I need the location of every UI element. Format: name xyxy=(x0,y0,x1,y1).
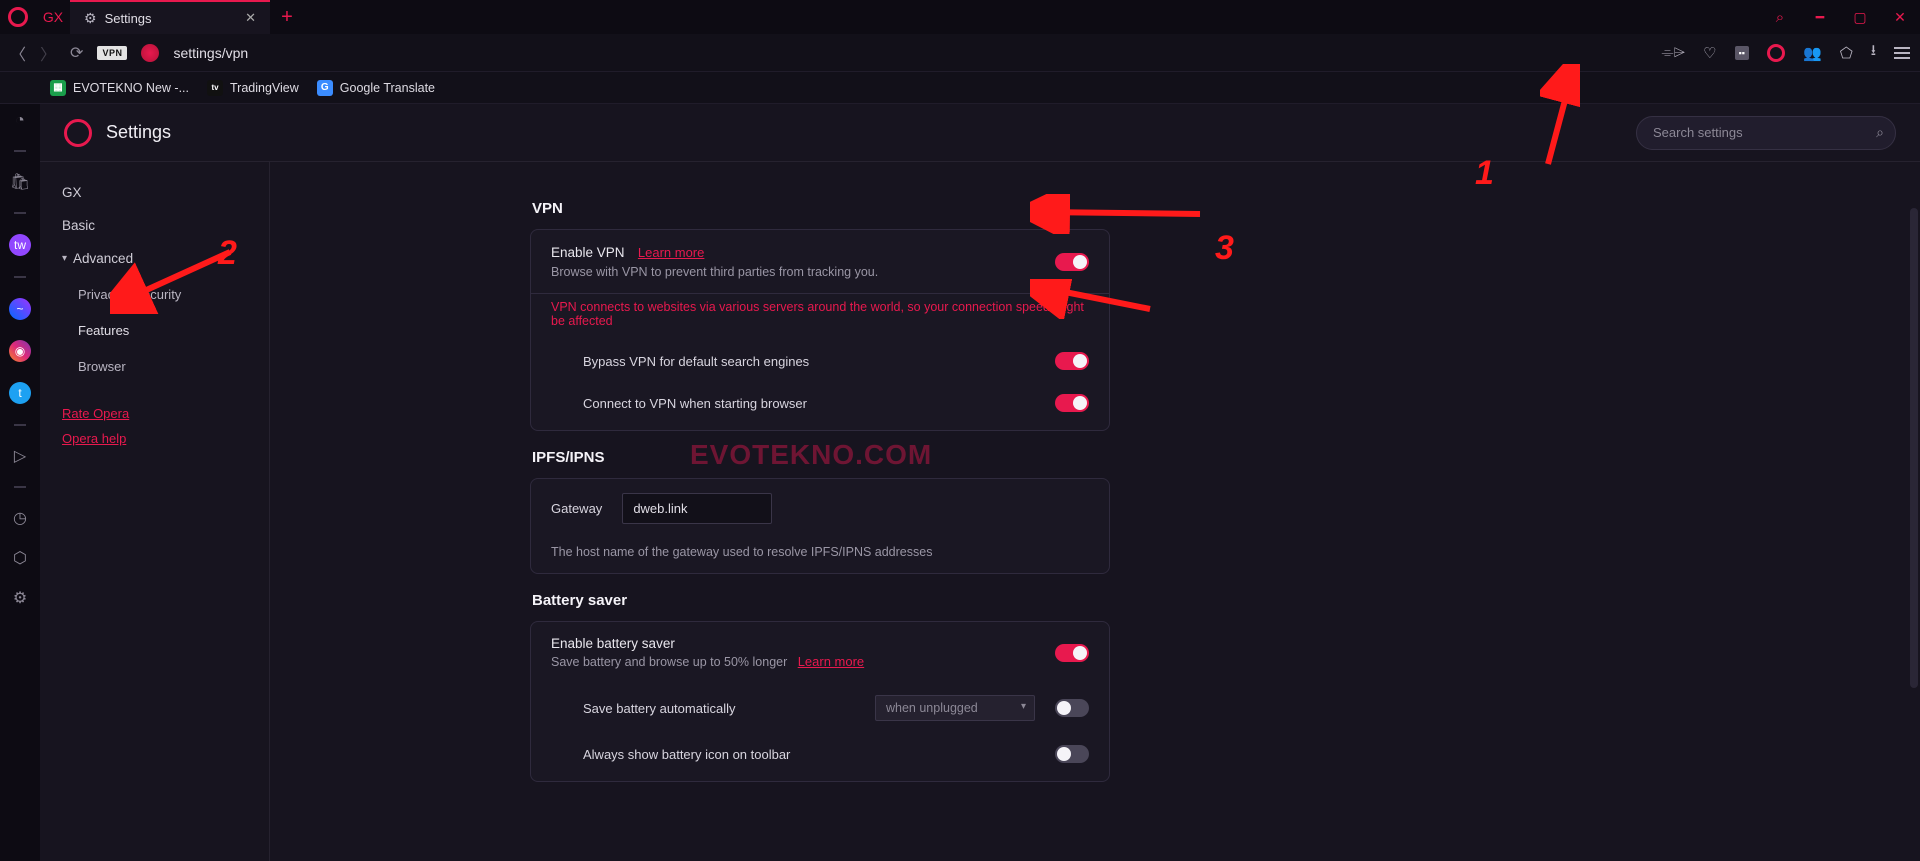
settings-gear-icon[interactable]: ⚙ xyxy=(13,588,27,608)
gateway-input[interactable] xyxy=(622,493,772,524)
vpn-badge[interactable]: VPN xyxy=(97,46,127,60)
minimize-button[interactable]: ━ xyxy=(1800,0,1840,34)
maximize-button[interactable]: ▢ xyxy=(1840,0,1880,34)
scrollbar[interactable] xyxy=(1910,208,1918,688)
enable-vpn-label: Enable VPN xyxy=(551,245,625,260)
tab-label: Settings xyxy=(105,11,152,26)
nav-advanced[interactable]: ▾ Advanced xyxy=(50,242,259,275)
twitter-icon[interactable]: t xyxy=(9,382,31,404)
instagram-icon[interactable]: ◉ xyxy=(9,340,31,362)
enable-battery-desc: Save battery and browse up to 50% longer xyxy=(551,655,787,669)
nav-basic[interactable]: Basic xyxy=(50,209,259,242)
player-icon[interactable]: ▷ xyxy=(14,446,26,466)
vpn-section-title: VPN xyxy=(532,200,1110,217)
gateway-label: Gateway xyxy=(551,501,602,516)
enable-vpn-desc: Browse with VPN to prevent third parties… xyxy=(551,265,1055,279)
vpn-learn-more-link[interactable]: Learn more xyxy=(638,245,704,260)
bookmark-evotekno[interactable]: ▦ EVOTEKNO New -... xyxy=(50,80,189,96)
connect-start-label: Connect to VPN when starting browser xyxy=(583,396,1055,411)
forward-button[interactable]: 〉 xyxy=(40,41,56,65)
gateway-hint: The host name of the gateway used to res… xyxy=(551,545,1089,559)
url-text[interactable]: settings/vpn xyxy=(173,45,1647,61)
ipfs-section-title: IPFS/IPNS xyxy=(532,449,1110,466)
ipfs-card: Gateway The host name of the gateway use… xyxy=(530,478,1110,574)
gx-icon[interactable]: GX xyxy=(36,0,70,34)
save-auto-select[interactable]: when unplugged xyxy=(875,695,1035,721)
translate-icon: G xyxy=(317,80,333,96)
battery-icon-label: Always show battery icon on toolbar xyxy=(583,747,1055,762)
opera-outline-icon xyxy=(64,119,92,147)
bookmark-tradingview[interactable]: tv TradingView xyxy=(207,80,299,96)
app-sidebar: ◔ 🛍 tw ~ ◉ t ▷ ◷ ⬡ ⚙ xyxy=(0,104,40,861)
titlebar: GX ⚙ Settings ✕ + ⌕ ━ ▢ ✕ xyxy=(0,0,1920,34)
settings-content: VPN Enable VPN Learn more Browse with VP… xyxy=(270,162,1920,861)
vpn-warning: VPN connects to websites via various ser… xyxy=(531,294,1109,340)
settings-sidebar: GX Basic ▾ Advanced Privacy & security F… xyxy=(40,162,270,861)
bypass-vpn-label: Bypass VPN for default search engines xyxy=(583,354,1055,369)
gear-icon: ⚙ xyxy=(84,10,97,27)
battery-learn-more-link[interactable]: Learn more xyxy=(798,654,864,669)
close-tab-icon[interactable]: ✕ xyxy=(245,10,256,26)
tab-settings[interactable]: ⚙ Settings ✕ xyxy=(70,0,270,34)
search-icon: ⌕ xyxy=(1876,124,1884,141)
enable-battery-label: Enable battery saver xyxy=(551,636,1055,651)
easy-setup-icon[interactable] xyxy=(1894,47,1910,59)
heart-icon[interactable]: ♡ xyxy=(1703,44,1716,62)
opera-circle-icon[interactable] xyxy=(1767,44,1785,62)
settings-page: Settings ⌕ GX Basic ▾ Advanced Privacy &… xyxy=(40,104,1920,861)
vpn-card: Enable VPN Learn more Browse with VPN to… xyxy=(530,229,1110,431)
save-auto-label: Save battery automatically xyxy=(583,701,875,716)
twitch-icon[interactable]: tw xyxy=(9,234,31,256)
bookmark-translate[interactable]: G Google Translate xyxy=(317,80,435,96)
nav-privacy[interactable]: Privacy & security xyxy=(50,278,259,311)
reload-button[interactable]: ⟳ xyxy=(70,43,83,63)
battery-icon-toggle[interactable] xyxy=(1055,745,1089,763)
window-controls: ⌕ ━ ▢ ✕ xyxy=(1760,0,1920,34)
messenger-icon[interactable]: ~ xyxy=(9,298,31,320)
save-auto-toggle[interactable] xyxy=(1055,699,1089,717)
shopping-icon[interactable]: 🛍 xyxy=(10,172,30,192)
opera-help-link[interactable]: Opera help xyxy=(50,426,259,451)
extensions-icon[interactable]: ⬡ xyxy=(13,548,27,568)
history-icon[interactable]: ◷ xyxy=(13,508,27,528)
camera-icon[interactable]: ⌯⌲ xyxy=(1661,44,1685,61)
speed-dial-icon[interactable]: ◔ xyxy=(15,112,25,130)
back-button[interactable]: 〈 xyxy=(10,41,26,65)
pinboards-icon[interactable]: ▪▪ xyxy=(1735,46,1749,60)
new-tab-button[interactable]: + xyxy=(270,0,304,34)
battery-section-title: Battery saver xyxy=(532,592,1110,609)
battery-card: Enable battery saver Save battery and br… xyxy=(530,621,1110,782)
page-title: Settings xyxy=(106,122,1636,143)
downloads-icon[interactable]: ⭳ xyxy=(1871,40,1876,65)
cube-icon[interactable]: ⬠ xyxy=(1840,44,1853,62)
close-window-button[interactable]: ✕ xyxy=(1880,0,1920,34)
opera-logo-icon[interactable] xyxy=(0,0,36,34)
nav-features[interactable]: Features xyxy=(50,314,259,347)
page-header: Settings ⌕ xyxy=(40,104,1920,162)
search-settings-input[interactable] xyxy=(1636,116,1896,150)
rate-opera-link[interactable]: Rate Opera xyxy=(50,401,259,426)
enable-battery-toggle[interactable] xyxy=(1055,644,1089,662)
search-tabs-icon[interactable]: ⌕ xyxy=(1760,0,1800,34)
connect-start-toggle[interactable] xyxy=(1055,394,1089,412)
opera-o-icon xyxy=(141,44,159,62)
nav-browser[interactable]: Browser xyxy=(50,350,259,383)
profile-icon[interactable]: 👥 xyxy=(1803,44,1822,62)
tv-icon: tv xyxy=(207,80,223,96)
bypass-vpn-toggle[interactable] xyxy=(1055,352,1089,370)
address-bar: 〈 〉 ⟳ VPN settings/vpn ⌯⌲ ♡ ▪▪ 👥 ⬠ ⭳ xyxy=(0,34,1920,72)
chevron-down-icon: ▾ xyxy=(62,253,67,264)
bookmarks-bar: ▦ EVOTEKNO New -... tv TradingView G Goo… xyxy=(0,72,1920,104)
nav-gx[interactable]: GX xyxy=(50,176,259,209)
enable-vpn-toggle[interactable] xyxy=(1055,253,1089,271)
sheet-icon: ▦ xyxy=(50,80,66,96)
